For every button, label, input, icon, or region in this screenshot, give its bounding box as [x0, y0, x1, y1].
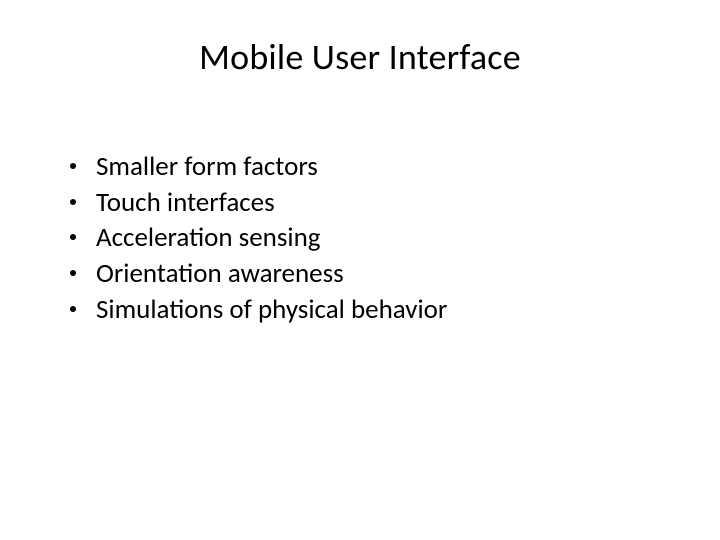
bullet-icon [70, 199, 76, 205]
list-item: Touch interfaces [70, 185, 670, 221]
list-item: Acceleration sensing [70, 220, 670, 256]
bullet-text: Orientation awareness [96, 256, 670, 292]
list-item: Orientation awareness [70, 256, 670, 292]
bullet-icon [70, 163, 76, 169]
bullet-text: Simulations of physical behavior [96, 292, 670, 328]
bullet-icon [70, 234, 76, 240]
list-item: Smaller form factors [70, 149, 670, 185]
bullet-text: Acceleration sensing [96, 220, 670, 256]
list-item: Simulations of physical behavior [70, 292, 670, 328]
slide-container: Mobile User Interface Smaller form facto… [0, 0, 720, 540]
bullet-icon [70, 306, 76, 312]
slide-title: Mobile User Interface [50, 35, 670, 79]
bullet-text: Touch interfaces [96, 185, 670, 221]
bullet-list: Smaller form factors Touch interfaces Ac… [50, 149, 670, 327]
bullet-icon [70, 270, 76, 276]
bullet-text: Smaller form factors [96, 149, 670, 185]
